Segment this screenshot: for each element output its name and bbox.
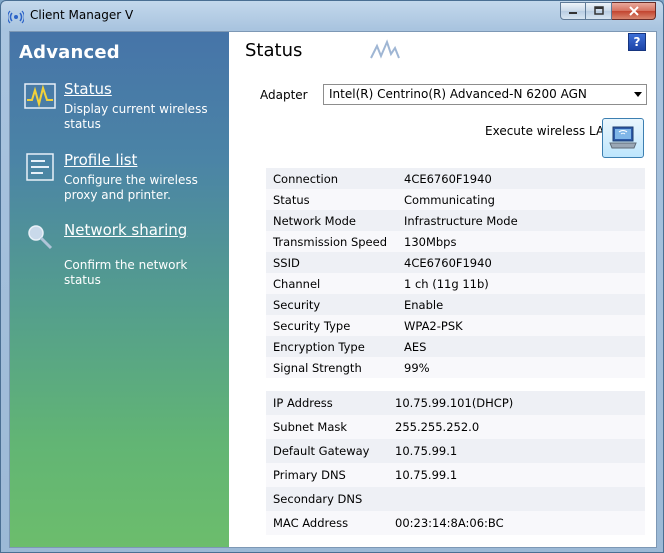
- row-label: Network Mode: [266, 210, 387, 231]
- main-panel: Status ? Adapter Intel(R) Centrino(R) Ad…: [229, 32, 656, 547]
- page-title: Status: [245, 40, 303, 61]
- table-row: Channel 1 ch (11g 11b): [266, 273, 645, 294]
- table-row: SSID 4CE6760F1940: [266, 252, 645, 273]
- maximize-button[interactable]: [586, 2, 612, 20]
- adapter-label: Adapter: [260, 88, 308, 102]
- row-value: 00:23:14:8A:06:BC: [378, 511, 645, 535]
- network-info-table: IP Address 10.75.99.101(DHCP) Subnet Mask 2…: [266, 391, 645, 535]
- table-row: IP Address 10.75.99.101(DHCP): [266, 391, 645, 415]
- row-label: IP Address: [266, 391, 378, 415]
- sidebar-item-description: Configure the wireless proxy and printer…: [64, 173, 198, 202]
- sidebar-title: Advanced: [19, 42, 120, 63]
- row-label: Status: [266, 189, 387, 210]
- sidebar-item-label[interactable]: Profile list: [64, 151, 137, 169]
- table-row: Subnet Mask 255.255.252.0: [266, 415, 645, 439]
- row-label: Signal Strength: [266, 357, 387, 378]
- row-value: 1 ch (11g 11b): [387, 273, 645, 294]
- row-value: [378, 487, 645, 511]
- maximize-icon: [593, 6, 604, 15]
- row-value: 10.75.99.1: [378, 463, 645, 487]
- execute-wireless-lan-label: Execute wireless LAN: [485, 124, 614, 138]
- profile-list-icon: [26, 153, 54, 181]
- close-button[interactable]: [612, 2, 656, 20]
- row-label: Security: [266, 294, 387, 315]
- table-row: Transmission Speed 130Mbps: [266, 231, 645, 252]
- sidebar-item-description: Display current wireless status: [64, 102, 208, 131]
- table-row: Secondary DNS: [266, 487, 645, 511]
- row-label: Secondary DNS: [266, 487, 378, 511]
- magnifier-icon: [28, 225, 53, 250]
- row-label: Channel: [266, 273, 387, 294]
- sidebar-item-label[interactable]: Status: [64, 80, 112, 98]
- client-area: Advanced Status Display current wireless…: [9, 31, 657, 548]
- row-value: Communicating: [387, 189, 645, 210]
- row-label: MAC Address: [266, 511, 378, 535]
- wireless-app-icon: [8, 10, 24, 24]
- row-label: Encryption Type: [266, 336, 387, 357]
- table-row: Security Enable: [266, 294, 645, 315]
- row-label: SSID: [266, 252, 387, 273]
- row-value: Infrastructure Mode: [387, 210, 645, 231]
- row-value: WPA2-PSK: [387, 315, 645, 336]
- table-row: Connection 4CE6760F1940: [266, 168, 645, 189]
- table-row: Network Mode Infrastructure Mode: [266, 210, 645, 231]
- row-value: 99%: [387, 357, 645, 378]
- row-label: Subnet Mask: [266, 415, 378, 439]
- table-row: Status Communicating: [266, 189, 645, 210]
- status-wave-icon: [24, 83, 56, 109]
- minimize-icon: [569, 12, 577, 14]
- table-row: Signal Strength 99%: [266, 357, 645, 378]
- dropdown-arrow-icon: [634, 92, 642, 97]
- row-label: Connection: [266, 168, 387, 189]
- close-icon: [628, 6, 639, 16]
- execute-wireless-lan-button[interactable]: [602, 118, 644, 158]
- laptop-wireless-icon: [609, 126, 637, 149]
- window-controls: [560, 2, 656, 21]
- title-bar[interactable]: Client Manager V: [1, 1, 663, 29]
- table-row: Security Type WPA2-PSK: [266, 315, 645, 336]
- window-title: Client Manager V: [30, 8, 134, 22]
- row-label: Default Gateway: [266, 439, 378, 463]
- row-value: 255.255.252.0: [378, 415, 645, 439]
- wireless-info-table: Connection 4CE6760F1940 Status Communicatin…: [266, 168, 645, 378]
- sidebar: Advanced Status Display current wireless…: [10, 32, 229, 547]
- row-value: Enable: [387, 294, 645, 315]
- row-value: 130Mbps: [387, 231, 645, 252]
- row-value: 4CE6760F1940: [387, 252, 645, 273]
- signal-wave-logo-icon: [370, 39, 400, 59]
- row-label: Primary DNS: [266, 463, 378, 487]
- row-value: 10.75.99.1: [378, 439, 645, 463]
- table-row: Encryption Type AES: [266, 336, 645, 357]
- adapter-select[interactable]: Intel(R) Centrino(R) Advanced-N 6200 AGN: [323, 84, 647, 105]
- row-label: Transmission Speed: [266, 231, 387, 252]
- row-label: Security Type: [266, 315, 387, 336]
- row-value: 10.75.99.101(DHCP): [378, 391, 645, 415]
- row-value: AES: [387, 336, 645, 357]
- row-value: 4CE6760F1940: [387, 168, 645, 189]
- adapter-selected-value: Intel(R) Centrino(R) Advanced-N 6200 AGN: [329, 87, 587, 101]
- minimize-button[interactable]: [560, 2, 586, 20]
- help-button[interactable]: ?: [628, 33, 646, 51]
- app-window: Client Manager V Advanced Status Display…: [0, 0, 664, 553]
- sidebar-item-label[interactable]: Network sharing: [64, 221, 187, 239]
- table-row: Primary DNS 10.75.99.1: [266, 463, 645, 487]
- table-row: MAC Address 00:23:14:8A:06:BC: [266, 511, 645, 535]
- table-row: Default Gateway 10.75.99.1: [266, 439, 645, 463]
- sidebar-item-description: Confirm the network status: [64, 258, 188, 287]
